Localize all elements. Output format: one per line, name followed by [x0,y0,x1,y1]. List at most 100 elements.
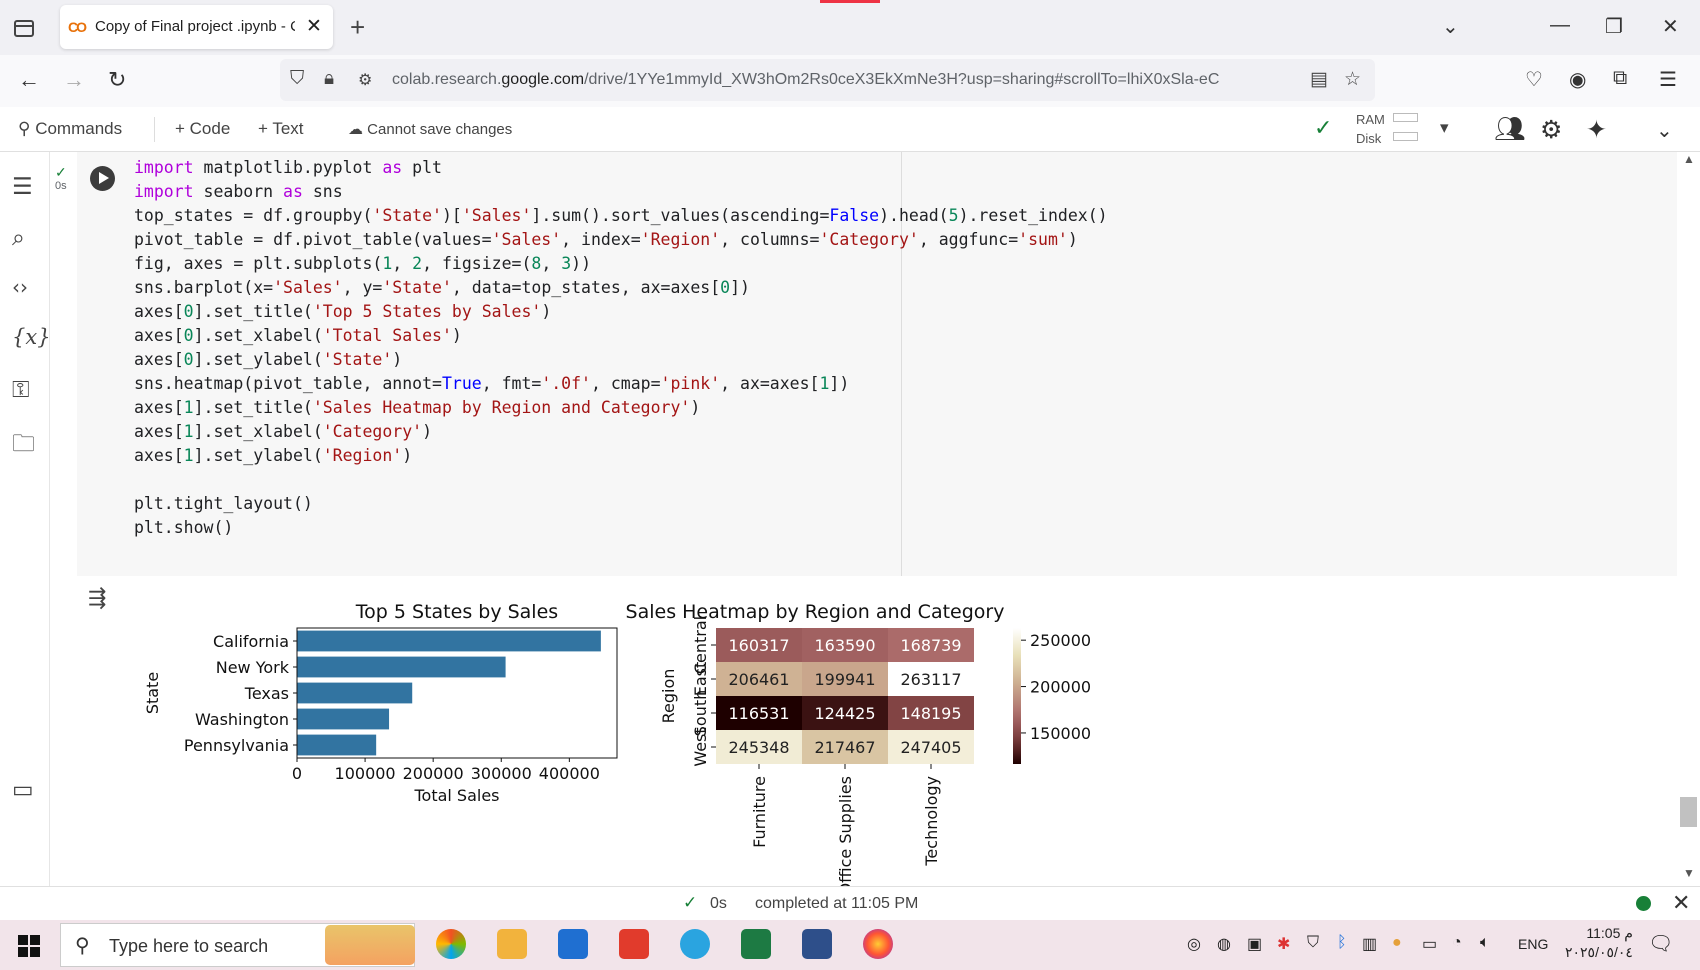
language-indicator[interactable]: ENG [1518,936,1548,952]
code-line[interactable]: plt.tight_layout() [134,492,1108,516]
disk-label: Disk [1356,131,1382,146]
tab-colab[interactable]: CO Copy of Final project .ipynb - Co ✕ [60,5,333,49]
code-line[interactable]: import matplotlib.pyplot as plt [134,156,1108,180]
heatmap-cell-label: 217467 [814,738,875,757]
code-line[interactable] [134,468,1108,492]
forward-arrow-icon[interactable]: → [63,67,85,93]
firefox-icon[interactable] [863,929,893,959]
output-actions-icon[interactable]: ⇶ [88,585,106,611]
sql-server-icon[interactable] [802,929,832,959]
bluetooth-tray-icon[interactable]: ᛒ [1337,934,1347,952]
y-tick-label: Pennsylvania [184,736,289,755]
runtime-dropdown-icon[interactable]: ▾ [1440,118,1449,138]
code-line[interactable]: axes[0].set_ylabel('State') [134,348,1108,372]
y-tick-label: New York [216,658,290,677]
search-icon: ⚲ [18,119,31,138]
store-icon[interactable] [558,929,588,959]
code-line[interactable]: axes[0].set_xlabel('Total Sales') [134,324,1108,348]
permissions-icon[interactable]: ⚙︎ [358,70,372,90]
settings-gear-icon[interactable]: ⚙ [1540,115,1562,145]
scroll-up-icon[interactable]: ▲ [1683,152,1695,166]
resources-indicator[interactable]: RAM Disk [1356,110,1385,148]
code-snippets-icon[interactable]: ‹› [12,275,28,299]
windows-start-icon[interactable] [18,935,40,957]
file-explorer-icon[interactable] [497,929,527,959]
lock-icon[interactable]: 🔒︎ [324,68,334,90]
code-line[interactable]: plt.show() [134,516,1108,540]
code-line[interactable]: axes[1].set_xlabel('Category') [134,420,1108,444]
display-tray-icon[interactable]: ▥ [1362,934,1377,954]
notebook-scrollbar[interactable] [1678,152,1700,886]
account-icon[interactable]: ◉ [1569,67,1586,92]
code-line[interactable]: axes[1].set_title('Sales Heatmap by Regi… [134,396,1108,420]
code-line[interactable]: axes[1].set_ylabel('Region') [134,444,1108,468]
notifications-icon[interactable]: 🗨︎ [1648,931,1673,956]
close-status-icon[interactable]: ✕ [1672,890,1690,916]
volume-icon[interactable]: 🔈︎ [1480,934,1490,952]
address-bar[interactable]: ⛉ 🔒︎ ⚙︎ colab.research.google.com/drive/… [280,59,1375,101]
restore-button[interactable]: ❐ [1605,14,1623,39]
code-line[interactable]: fig, axes = plt.subplots(1, 2, figsize=(… [134,252,1108,276]
tab-list-icon[interactable] [12,16,36,40]
code-editor[interactable]: import matplotlib.pyplot as plt import se… [134,156,1108,540]
files-folder-icon[interactable]: 🗀 [12,427,35,466]
commands-button[interactable]: ⚲ Commands [18,119,122,139]
code-line[interactable]: top_states = df.groupby('State')['Sales'… [134,204,1108,228]
wifi-icon[interactable]: ◔ [1452,934,1462,952]
run-cell-button[interactable] [90,166,115,191]
heatmap-x-tick-label: Technology [922,776,941,867]
reload-icon[interactable]: ↻ [108,67,126,93]
reader-view-icon[interactable]: ▤ [1310,68,1328,91]
clock[interactable]: 11:05 م ٢٠٢٥/٠٥/٠٤ [1565,924,1633,962]
copilot-icon[interactable] [436,929,466,959]
pocket-icon[interactable]: ♡ [1525,67,1543,92]
app-tray-icon[interactable]: ✱ [1277,934,1290,954]
browser-tab-bar: CO Copy of Final project .ipynb - Co ✕ +… [0,0,1700,55]
extensions-icon[interactable]: ⧉ [1613,67,1627,90]
tab-dropdown-icon[interactable]: ⌄ [1442,14,1459,39]
x-tick-label: 100000 [335,764,396,783]
menu-icon[interactable]: ☰ [1659,67,1677,92]
minimize-button[interactable]: — [1550,14,1570,37]
telegram-icon[interactable] [680,929,710,959]
chrome-tray-icon[interactable]: ◍ [1217,934,1231,954]
terminal-icon[interactable]: ▭ [12,777,34,803]
code-line[interactable]: sns.heatmap(pivot_table, annot=True, fmt… [134,372,1108,396]
exec-time: 0s [55,180,67,192]
add-text-button[interactable]: + Text [258,119,304,139]
back-arrow-icon[interactable]: ← [18,67,40,93]
cannot-save-indicator[interactable]: ☁ Cannot save changes [348,120,512,138]
tab-title: Copy of Final project .ipynb - Co [95,18,295,35]
weather-tray-icon[interactable]: ● [1392,934,1402,952]
url-text[interactable]: colab.research.google.com/drive/1YYe1mmy… [392,71,1219,89]
close-tab-icon[interactable]: ✕ [306,15,322,38]
excel-icon[interactable] [741,929,771,959]
variables-icon[interactable]: {x} [12,325,51,349]
powerbi-icon[interactable] [619,929,649,959]
code-line[interactable]: sns.barplot(x='Sales', y='State', data=t… [134,276,1108,300]
chatgpt-tray-icon[interactable]: ◎ [1187,934,1201,954]
table-of-contents-icon[interactable]: ☰ [12,174,33,200]
monitor-tray-icon[interactable]: ▣ [1247,934,1262,954]
gemini-sparkle-icon[interactable]: ✦ [1586,115,1607,145]
connected-check-icon[interactable]: ✓ [1314,115,1332,141]
heatmap-cell-label: 247405 [900,738,961,757]
close-window-button[interactable]: ✕ [1662,14,1679,39]
code-line[interactable]: pivot_table = df.pivot_table(values='Sal… [134,228,1108,252]
scroll-thumb[interactable] [1680,797,1697,827]
add-code-button[interactable]: + Code [175,119,230,139]
collapse-chevron-icon[interactable]: ⌄ [1656,118,1673,143]
defender-tray-icon[interactable]: ⛉ [1307,934,1319,952]
shield-icon[interactable]: ⛉ [290,68,304,90]
find-icon[interactable]: ⌕ [12,225,25,251]
scroll-down-icon[interactable]: ▼ [1683,866,1695,880]
new-tab-button[interactable]: + [350,12,365,43]
code-line[interactable]: axes[0].set_title('Top 5 States by Sales… [134,300,1108,324]
search-highlight-image[interactable] [325,925,415,965]
secrets-key-icon[interactable]: ⚿ [12,377,30,403]
share-users-icon[interactable]: 👥︎ [1494,115,1526,144]
battery-icon[interactable]: ▭ [1422,934,1437,954]
code-line[interactable]: import seaborn as sns [134,180,1108,204]
heatmap-y-tick-label: West [691,727,710,766]
bookmark-star-icon[interactable]: ☆ [1344,68,1361,91]
